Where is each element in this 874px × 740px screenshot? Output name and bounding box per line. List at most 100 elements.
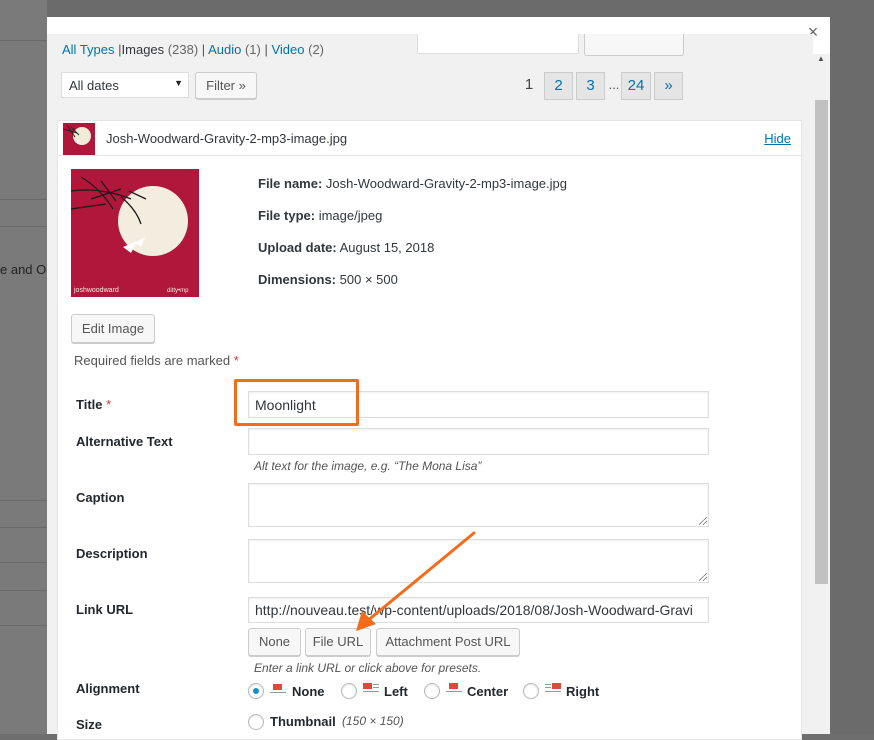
icon-box xyxy=(449,683,458,689)
link-file-url-button[interactable]: File URL xyxy=(305,628,371,656)
background-text: e and Op xyxy=(0,262,47,277)
meta-label: File type: xyxy=(258,208,316,223)
filter-button[interactable]: Filter » xyxy=(195,72,257,99)
modal-scrollbar[interactable]: ▲ xyxy=(813,54,830,734)
alignment-center-label[interactable]: Center xyxy=(467,684,508,699)
background-divider xyxy=(0,562,47,563)
meta-value: Josh-Woodward-Gravity-2-mp3-image.jpg xyxy=(325,176,567,191)
align-right-icon xyxy=(545,682,561,694)
scrollbar-thumb[interactable] xyxy=(815,100,828,584)
pagination-current: 1 xyxy=(524,76,534,93)
icon-line xyxy=(545,684,551,685)
description-textarea[interactable] xyxy=(248,539,709,583)
meta-label: Dimensions: xyxy=(258,272,337,287)
scroll-up-icon[interactable]: ▲ xyxy=(817,54,825,63)
attachment-thumbnail-small xyxy=(63,123,95,155)
icon-box xyxy=(273,684,282,690)
icon-line xyxy=(446,691,462,692)
edit-image-button[interactable]: Edit Image xyxy=(71,314,155,343)
align-none-icon xyxy=(270,683,286,695)
media-library-area: All Types |Images (238) | Audio (1) | Vi… xyxy=(47,34,813,740)
background-admin-panel: e and Op xyxy=(0,0,47,734)
align-center-icon xyxy=(446,682,462,694)
pagination-ellipsis: ... xyxy=(608,77,620,92)
alt-text-label: Alternative Text xyxy=(76,434,173,449)
pagination-page-24[interactable]: 24 xyxy=(621,72,651,100)
description-label: Description xyxy=(76,546,148,561)
required-star: * xyxy=(106,397,112,412)
link-attachment-url-button[interactable]: Attachment Post URL xyxy=(376,628,520,656)
icon-line xyxy=(363,691,379,692)
video-count: (2) xyxy=(308,42,325,57)
resize-handle[interactable] xyxy=(699,573,707,581)
date-filter-select[interactable]: All dates ▼ xyxy=(61,72,189,98)
alt-text-help: Alt text for the image, e.g. “The Mona L… xyxy=(254,459,482,473)
alignment-label: Alignment xyxy=(76,681,140,696)
thumbnail-caption-left: joshwoodward xyxy=(73,287,119,294)
size-label: Size xyxy=(76,717,103,732)
hide-link[interactable]: Hide xyxy=(764,131,791,146)
alignment-none-radio[interactable] xyxy=(248,683,264,699)
search-button[interactable] xyxy=(584,34,684,56)
caption-textarea[interactable] xyxy=(248,483,709,527)
audio-count: (1) xyxy=(244,42,261,57)
meta-upload-date: Upload date: August 15, 2018 xyxy=(258,240,434,255)
alignment-left-radio[interactable] xyxy=(341,683,357,699)
required-note-text: Required fields are marked xyxy=(74,353,231,368)
attachment-details-panel: Josh-Woodward-Gravity-2-mp3-image.jpg Hi… xyxy=(57,120,802,740)
attachment-filename: Josh-Woodward-Gravity-2-mp3-image.jpg xyxy=(106,131,348,146)
attachment-header: Josh-Woodward-Gravity-2-mp3-image.jpg Hi… xyxy=(58,121,801,156)
icon-line xyxy=(270,692,286,693)
required-star: * xyxy=(233,353,239,368)
meta-file-type: File type: image/jpeg xyxy=(258,208,382,223)
required-fields-note: Required fields are marked * xyxy=(74,353,239,368)
align-left-icon xyxy=(363,682,379,694)
caption-label: Caption xyxy=(76,490,125,505)
icon-line xyxy=(373,684,379,685)
icon-line xyxy=(545,687,551,688)
background-divider xyxy=(0,40,47,41)
alignment-right-label[interactable]: Right xyxy=(566,684,599,699)
alignment-left-label[interactable]: Left xyxy=(384,684,408,699)
chevron-down-icon: ▼ xyxy=(174,78,183,88)
filter-audio[interactable]: Audio xyxy=(208,42,241,57)
search-input[interactable] xyxy=(417,34,579,54)
size-thumbnail-radio[interactable] xyxy=(248,714,264,730)
title-label: Title * xyxy=(76,397,111,412)
link-url-input[interactable]: http://nouveau.test/wp-content/uploads/2… xyxy=(248,597,709,623)
background-divider xyxy=(0,527,47,528)
attachment-thumbnail: joshwoodward ditty•mp xyxy=(71,169,199,297)
icon-line xyxy=(373,687,379,688)
icon-box xyxy=(552,683,561,689)
meta-label: Upload date: xyxy=(258,240,337,255)
meta-file-name: File name: Josh-Woodward-Gravity-2-mp3-i… xyxy=(258,176,567,191)
resize-handle[interactable] xyxy=(699,517,707,525)
pagination-page-3[interactable]: 3 xyxy=(576,72,605,100)
filter-images[interactable]: Images xyxy=(122,42,165,57)
background-divider xyxy=(0,199,47,200)
thumbnail-caption-right: ditty•mp xyxy=(167,288,189,294)
meta-value: August 15, 2018 xyxy=(339,240,435,255)
alignment-none-label[interactable]: None xyxy=(292,684,325,699)
meta-dimensions: Dimensions: 500 × 500 xyxy=(258,272,398,287)
annotation-highlight-box xyxy=(234,379,359,426)
pagination-page-2[interactable]: 2 xyxy=(544,72,573,100)
link-none-button[interactable]: None xyxy=(248,628,301,656)
background-divider xyxy=(0,500,47,501)
title-label-text: Title xyxy=(76,397,103,412)
icon-box xyxy=(363,683,372,689)
alignment-center-radio[interactable] xyxy=(424,683,440,699)
alignment-right-radio[interactable] xyxy=(523,683,539,699)
size-dimensions: (150 × 150) xyxy=(342,714,404,728)
filter-video[interactable]: Video xyxy=(271,42,304,57)
icon-line xyxy=(545,691,561,692)
images-count: (238) xyxy=(167,42,199,57)
background-divider xyxy=(0,625,47,626)
date-filter-value: All dates xyxy=(69,78,119,93)
alt-text-input[interactable] xyxy=(248,428,709,455)
pagination-next[interactable]: » xyxy=(654,72,683,100)
size-thumbnail-label[interactable]: Thumbnail xyxy=(270,714,336,729)
filter-all-types[interactable]: All Types xyxy=(62,42,115,57)
meta-value: image/jpeg xyxy=(318,208,383,223)
separator: | xyxy=(264,42,268,57)
